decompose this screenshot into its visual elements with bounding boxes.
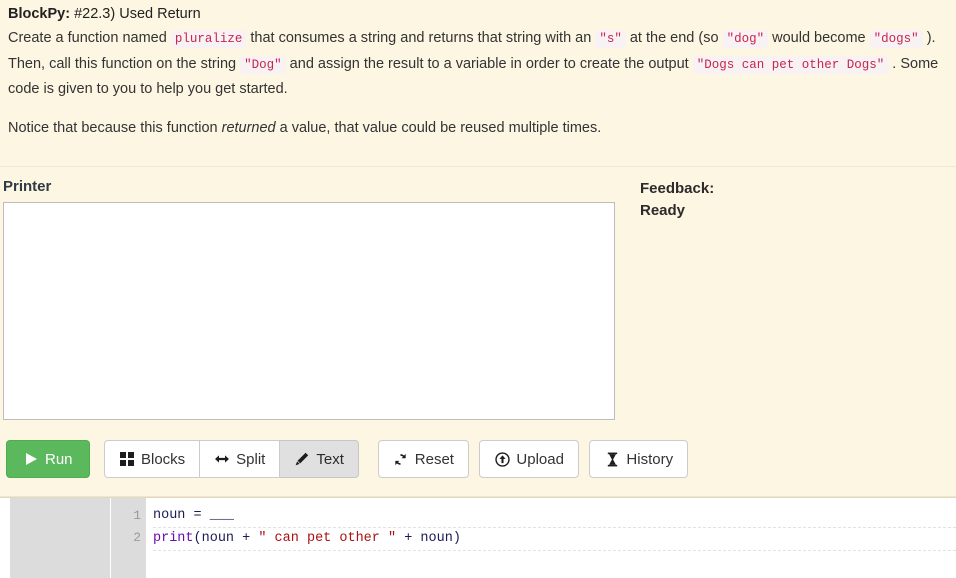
instr-note-emphasis: returned — [221, 119, 276, 136]
code-token: noun — [201, 531, 235, 546]
code-line: noun = ___ — [153, 505, 956, 528]
inline-code-dogs: "dogs" — [869, 30, 923, 48]
instruction-paragraph-1: Create a function named pluralize that c… — [8, 26, 948, 102]
text-button-label: Text — [316, 450, 344, 468]
split-button-label: Split — [236, 450, 266, 468]
feedback-label: Feedback: — [640, 180, 715, 197]
inline-code-output: "Dogs can pet other Dogs" — [692, 55, 889, 74]
code-token: " can pet other " — [258, 531, 397, 546]
play-icon — [23, 451, 39, 467]
code-line: print(noun + " can pet other " + noun) — [153, 528, 956, 551]
blocks-pane[interactable] — [10, 498, 111, 578]
hourglass-icon — [604, 451, 620, 467]
line-number-gutter: 12 — [111, 498, 146, 578]
console-row: Printer Feedback: Ready — [0, 167, 956, 437]
code-token: noun — [153, 508, 186, 523]
instr-text-6: and assign the result to a variable in o… — [285, 55, 693, 72]
blocks-button[interactable]: Blocks — [103, 440, 201, 478]
upload-button[interactable]: Upload — [479, 440, 579, 478]
inline-code-dog: "dog" — [722, 30, 769, 48]
arrows-horizontal-icon — [214, 451, 230, 467]
code-token: ) — [452, 531, 461, 546]
grid-icon — [119, 451, 135, 467]
code-token: print — [153, 531, 194, 546]
code-token: = — [193, 508, 202, 523]
upload-circle-icon — [494, 451, 510, 467]
instr-note-text-2: a value, that value could be reused mult… — [275, 119, 602, 136]
blocks-button-label: Blocks — [140, 450, 186, 468]
upload-button-label: Upload — [516, 450, 564, 468]
inline-code-dog-capital: "Dog" — [240, 55, 286, 74]
code-token: ( — [193, 531, 202, 546]
instructions-panel: BlockPy: #22.3) Used Return Create a fun… — [0, 0, 956, 140]
inline-code-s: "s" — [595, 30, 626, 48]
line-number: 2 — [133, 530, 141, 545]
line-number: 1 — [133, 508, 141, 523]
printer-panel: Printer — [0, 167, 630, 420]
reset-button-label: Reset — [414, 450, 454, 468]
reset-button[interactable]: Reset — [377, 440, 469, 478]
history-button-label: History — [626, 450, 674, 468]
editor-toolbar: Run Blocks Split Text Reset Upload Histo… — [0, 440, 956, 482]
refresh-icon — [393, 451, 409, 467]
instr-text-2: that consumes a string and returns that … — [246, 30, 596, 46]
instr-text-1: Create a function named — [8, 30, 171, 46]
inline-code-pluralize: pluralize — [170, 30, 247, 48]
assignment-name: #22.3) Used Return — [70, 6, 201, 22]
code-token: noun — [420, 531, 453, 546]
feedback-panel: Feedback: Ready — [640, 167, 950, 222]
instr-note-text-1: Notice that because this function — [8, 119, 222, 136]
feedback-status: Ready — [640, 202, 686, 219]
view-mode-button-group: Blocks Split Text — [103, 440, 359, 478]
code-token: ___ — [209, 508, 235, 523]
code-editor[interactable]: 12 noun = ___ print(noun + " can pet othe… — [0, 497, 956, 578]
instruction-paragraph-2: Notice that because this function return… — [8, 116, 948, 141]
instr-text-3: at the end (so — [625, 30, 723, 46]
pencil-icon — [294, 451, 310, 467]
instr-text-4: would become — [768, 30, 870, 46]
run-button-label: Run — [45, 450, 73, 468]
code-text-area[interactable]: noun = ___ print(noun + " can pet other "… — [146, 498, 956, 578]
brand-label: BlockPy: — [8, 6, 71, 22]
printer-label: Printer — [3, 178, 52, 195]
printer-output[interactable] — [3, 202, 615, 420]
blockpy-app: BlockPy: #22.3) Used Return Create a fun… — [0, 0, 956, 578]
assignment-title: BlockPy: #22.3) Used Return — [8, 4, 948, 24]
run-button[interactable]: Run — [6, 440, 90, 478]
text-button[interactable]: Text — [280, 440, 359, 478]
code-editor-inner: 12 noun = ___ print(noun + " can pet othe… — [10, 498, 956, 578]
split-button[interactable]: Split — [200, 440, 281, 478]
history-button[interactable]: History — [589, 440, 689, 478]
